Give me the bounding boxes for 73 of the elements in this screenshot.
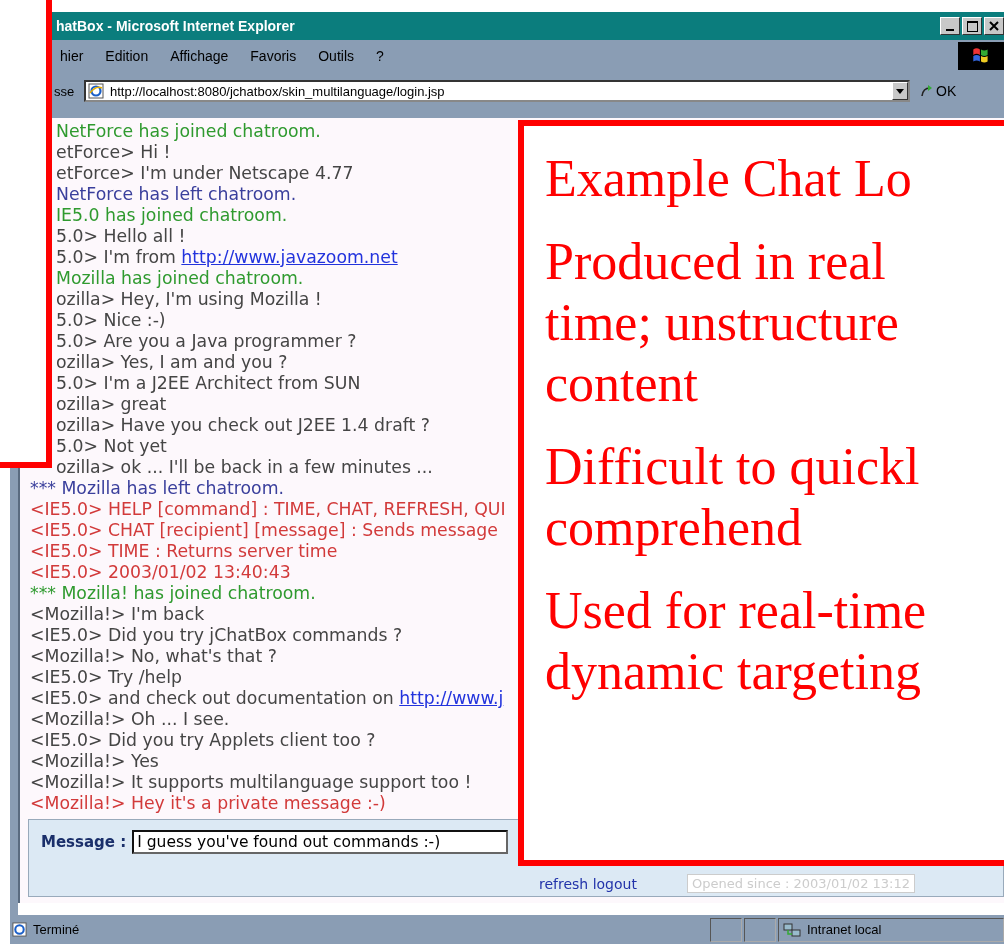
menu-item[interactable]: Outils <box>318 48 354 64</box>
message-field[interactable]: I guess you've found out commands :-) <box>132 830 509 854</box>
chat-line: ozilla> ok ... I'll be back in a few minutes ... <box>56 457 433 478</box>
chat-line: etForce> Hi ! <box>56 142 171 163</box>
chat-line: <Mozilla!> Hey it's a private message :-) <box>30 793 386 814</box>
menu-item[interactable]: Edition <box>105 48 149 64</box>
menu-item[interactable]: Affichage <box>170 48 229 64</box>
chat-line: *** Mozilla has left chatroom. <box>30 478 284 499</box>
address-field[interactable]: http://localhost:8080/jchatbox/skin_multilanguage/login.jsp <box>84 80 910 102</box>
chat-line: 5.0> Hello all ! <box>56 226 186 247</box>
message-label: Message : <box>41 833 127 851</box>
chat-line: <IE5.0> and check out documentation on http://www.j <box>30 688 504 709</box>
window-title: hatBox - Microsoft Internet Explorer <box>56 18 296 34</box>
minimize-icon <box>946 29 954 31</box>
chat-line: *** Mozilla! has joined chatroom. <box>30 583 316 604</box>
go-arrow-icon <box>920 84 934 98</box>
status-pane <box>710 917 742 942</box>
menu-item[interactable]: Favoris <box>250 48 297 64</box>
close-icon <box>989 21 999 31</box>
chat-line: ozilla> great <box>56 394 167 415</box>
chat-line: NetForce has joined chatroom. <box>56 121 321 142</box>
chat-line: <Mozilla!> I'm back <box>30 604 205 625</box>
chat-line: ozilla> Have you check out J2EE 1.4 draft ? <box>56 415 430 436</box>
chat-line: Mozilla has joined chatroom. <box>56 268 304 289</box>
chat-line: <IE5.0> CHAT [recipient] [message] : Sends message <box>30 520 498 541</box>
close-button[interactable] <box>984 17 1004 35</box>
minimize-button[interactable] <box>940 17 960 35</box>
caret-icon <box>896 88 904 94</box>
chat-line: <IE5.0> Did you try jChatBox commands ? <box>30 625 403 646</box>
menu-item[interactable]: hier <box>60 48 84 64</box>
chat-line: <IE5.0> 2003/01/02 13:40:43 <box>30 562 291 583</box>
chat-line: 5.0> I'm from http://www.javazoom.net <box>56 247 398 268</box>
chat-line: 5.0> Not yet <box>56 436 167 457</box>
chat-line: <IE5.0> TIME : Returns server time <box>30 541 338 562</box>
refresh-logout-links[interactable]: refresh logout <box>539 875 637 892</box>
dropdown-button[interactable] <box>892 82 908 100</box>
go-button[interactable]: OK <box>918 83 959 99</box>
chat-line: <Mozilla!> It supports multilanguage support too ! <box>30 772 472 793</box>
chat-line: 5.0> I'm a J2EE Architect from SUN <box>56 373 361 394</box>
chat-line: <IE5.0> HELP [command] : TIME, CHAT, REFRESH, QUI <box>30 499 506 520</box>
chat-line: <IE5.0> Did you try Applets client too ? <box>30 730 376 751</box>
chat-line: 5.0> Are you a Java programmer ? <box>56 331 357 352</box>
chat-line: ozilla> Yes, I am and you ? <box>56 352 288 373</box>
callout-text: Produced in real <box>545 232 887 292</box>
callout-text: time; unstructure <box>545 293 900 353</box>
page-icon <box>88 83 104 99</box>
callout-text: Difficult to quickl <box>545 437 921 497</box>
callout-text: Example Chat Lo <box>545 149 913 209</box>
chat-line: ozilla> Hey, I'm using Mozilla ! <box>56 289 322 310</box>
status-pane <box>744 917 776 942</box>
maximize-icon <box>966 20 978 32</box>
callout-text: Used for real-time <box>545 581 927 641</box>
chat-line: <Mozilla!> Oh ... I see. <box>30 709 230 730</box>
chat-line: <IE5.0> Try /help <box>30 667 182 688</box>
callout-text: content <box>545 354 700 414</box>
page-icon <box>12 922 27 937</box>
address-label: sse <box>54 83 76 99</box>
chat-link[interactable]: http://www.j <box>399 688 504 708</box>
chat-line: NetForce has left chatroom. <box>56 184 297 205</box>
callout-text: dynamic targeting <box>545 642 922 702</box>
network-icon <box>783 921 801 938</box>
callout-text: comprehend <box>545 498 803 558</box>
maximize-button[interactable] <box>962 17 982 35</box>
chat-line: <Mozilla!> Yes <box>30 751 159 772</box>
chat-line: IE5.0 has joined chatroom. <box>56 205 288 226</box>
chat-line: 5.0> Nice :-) <box>56 310 166 331</box>
zone-text: Intranet local <box>807 922 882 937</box>
chat-link[interactable]: http://www.javazoom.net <box>181 247 398 267</box>
windows-logo-icon <box>958 42 1004 70</box>
chat-line: etForce> I'm under Netscape 4.77 <box>56 163 354 184</box>
status-text: Terminé <box>33 922 80 937</box>
chat-line: <Mozilla!> No, what's that ? <box>30 646 277 667</box>
menu-item[interactable]: ? <box>376 48 384 64</box>
